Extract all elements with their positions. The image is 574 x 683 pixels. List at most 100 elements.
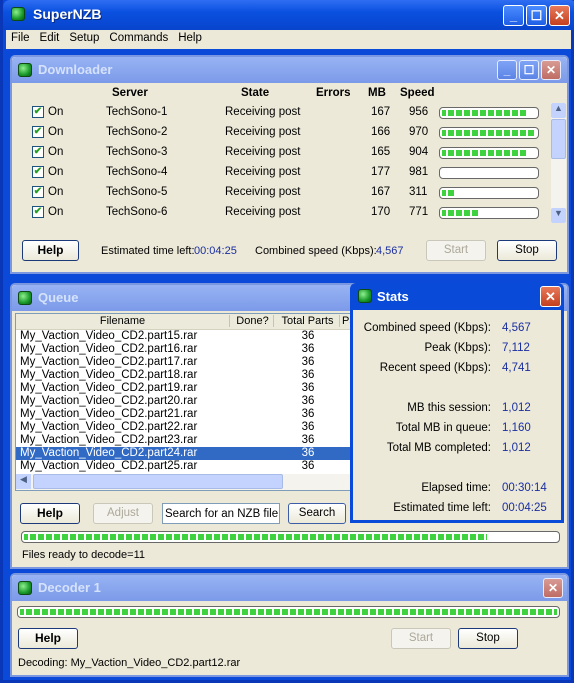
col-server: Server [112, 87, 148, 99]
queue-filename: My_Vaction_Video_CD2.part21.rar [20, 408, 198, 420]
downloader-maximize-button[interactable]: ☐ [519, 60, 539, 80]
stats-value: 1,012 [502, 442, 531, 454]
server-progress-bar [439, 147, 539, 159]
server-speed: 771 [409, 206, 429, 218]
menu-bar: File Edit Setup Commands Help [6, 30, 571, 49]
server-row: ✔ On TechSono-4 Receiving post 177 981 [16, 165, 546, 183]
stats-label: MB this session: [407, 402, 491, 414]
main-window: SuperNZB _ ☐ ✕ File Edit Setup Commands Help… [0, 0, 574, 683]
server-row: ✔ On TechSono-5 Receiving post 167 311 [16, 185, 546, 203]
queue-row[interactable]: My_Vaction_Video_CD2.part23.rar 36 [16, 434, 354, 447]
menu-file[interactable]: File [6, 30, 35, 46]
app-cube-icon [11, 7, 25, 21]
scroll-down-button[interactable]: ▼ [551, 208, 566, 223]
menu-setup[interactable]: Setup [64, 30, 104, 46]
h-scroll-thumb[interactable] [33, 474, 283, 489]
queue-row[interactable]: My_Vaction_Video_CD2.part20.rar 36 [16, 395, 354, 408]
decoder-title-bar[interactable]: Decoder 1 ✕ [12, 575, 567, 601]
scroll-left-button[interactable]: ◀ [16, 474, 31, 489]
queue-row[interactable]: My_Vaction_Video_CD2.part17.rar 36 [16, 356, 354, 369]
title-bar[interactable]: SuperNZB _ ☐ ✕ [3, 0, 574, 30]
decoder-title: Decoder 1 [38, 580, 101, 595]
menu-help[interactable]: Help [173, 30, 207, 46]
decoder-close-button[interactable]: ✕ [543, 578, 563, 598]
server-enabled-checkbox[interactable]: ✔ [32, 166, 44, 178]
server-name: TechSono-6 [106, 206, 168, 218]
stats-value: 1,160 [502, 422, 531, 434]
decoder-progress-fill [18, 607, 559, 617]
queue-total-parts: 36 [301, 395, 315, 407]
stats-value: 00:04:25 [502, 502, 547, 514]
queue-filename: My_Vaction_Video_CD2.part25.rar [20, 460, 198, 472]
queue-row[interactable]: My_Vaction_Video_CD2.part24.rar 36 [16, 447, 354, 460]
decoder-help-button[interactable]: Help [18, 628, 78, 649]
stats-label: Estimated time left: [393, 502, 491, 514]
menu-edit[interactable]: Edit [35, 30, 65, 46]
server-mb: 166 [371, 126, 391, 138]
decoder-progress-bar [17, 606, 560, 618]
server-mb: 177 [371, 166, 391, 178]
queue-h-scrollbar[interactable]: ◀ [16, 474, 354, 490]
queue-status: Files ready to decode=11 [22, 549, 146, 561]
close-button[interactable]: ✕ [549, 5, 570, 26]
adjust-button[interactable]: Adjust [93, 503, 153, 524]
search-input[interactable] [162, 503, 280, 524]
server-enabled-checkbox[interactable]: ✔ [32, 106, 44, 118]
downloader-minimize-button[interactable]: _ [497, 60, 517, 80]
server-speed: 311 [409, 186, 428, 198]
server-enabled-checkbox[interactable]: ✔ [32, 206, 44, 218]
downloader-help-button[interactable]: Help [22, 240, 79, 261]
server-list-scrollbar[interactable]: ▲ ▼ [551, 103, 566, 223]
queue-row[interactable]: My_Vaction_Video_CD2.part18.rar 36 [16, 369, 354, 382]
queue-row[interactable]: My_Vaction_Video_CD2.part19.rar 36 [16, 382, 354, 395]
server-state: Receiving post [225, 206, 301, 218]
decoder-cube-icon [18, 581, 32, 595]
menu-commands[interactable]: Commands [104, 30, 173, 46]
queue-filename: My_Vaction_Video_CD2.part15.rar [20, 330, 198, 342]
queue-list: Filename Done? Total Parts Pa My_Vaction… [15, 313, 355, 491]
search-button[interactable]: Search [288, 503, 346, 524]
downloader-title-bar[interactable]: Downloader _ ☐ ✕ [12, 57, 567, 83]
server-enabled-checkbox[interactable]: ✔ [32, 126, 44, 138]
queue-progress-fill [22, 532, 489, 542]
scroll-up-button[interactable]: ▲ [551, 103, 566, 118]
queue-total-parts: 36 [301, 343, 315, 355]
stats-value: 00:30:14 [502, 482, 547, 494]
queue-row[interactable]: My_Vaction_Video_CD2.part22.rar 36 [16, 421, 354, 434]
scroll-thumb[interactable] [551, 119, 566, 159]
decoder-status: Decoding: My_Vaction_Video_CD2.part12.ra… [18, 657, 241, 669]
server-enabled-checkbox[interactable]: ✔ [32, 146, 44, 158]
downloader-title: Downloader [38, 62, 113, 77]
stats-label: Elapsed time: [421, 482, 491, 494]
queue-help-button[interactable]: Help [20, 503, 80, 524]
queue-row[interactable]: My_Vaction_Video_CD2.part21.rar 36 [16, 408, 354, 421]
downloader-panel: Downloader _ ☐ ✕ Server State Errors MB … [10, 55, 569, 274]
col-filename[interactable]: Filename [16, 315, 230, 327]
downloader-close-button[interactable]: ✕ [541, 60, 561, 80]
queue-row[interactable]: My_Vaction_Video_CD2.part16.rar 36 [16, 343, 354, 356]
stats-value: 4,741 [502, 362, 531, 374]
downloader-start-button[interactable]: Start [426, 240, 486, 261]
queue-row[interactable]: My_Vaction_Video_CD2.part15.rar 36 [16, 330, 354, 343]
stats-label: Peak (Kbps): [424, 342, 491, 354]
queue-total-parts: 36 [301, 460, 315, 472]
decoder-stop-button[interactable]: Stop [458, 628, 518, 649]
queue-row[interactable]: My_Vaction_Video_CD2.part25.rar 36 [16, 460, 354, 473]
server-enabled-checkbox[interactable]: ✔ [32, 186, 44, 198]
downloader-stop-button[interactable]: Stop [497, 240, 557, 261]
minimize-button[interactable]: _ [503, 5, 524, 26]
col-errors: Errors [316, 87, 351, 99]
maximize-button[interactable]: ☐ [526, 5, 547, 26]
combined-speed-value: 4,567 [376, 245, 404, 257]
col-total-parts[interactable]: Total Parts [276, 315, 340, 327]
server-state: Receiving post [225, 126, 301, 138]
col-done[interactable]: Done? [232, 315, 274, 327]
queue-total-parts: 36 [301, 408, 315, 420]
server-on-label: On [48, 126, 64, 138]
decoder-start-button[interactable]: Start [391, 628, 451, 649]
server-row: ✔ On TechSono-2 Receiving post 166 970 [16, 125, 546, 143]
server-mb: 167 [371, 106, 391, 118]
stats-close-button[interactable]: ✕ [540, 286, 561, 307]
stats-title-bar[interactable]: Stats ✕ [353, 283, 561, 310]
server-progress-bar [439, 207, 539, 219]
